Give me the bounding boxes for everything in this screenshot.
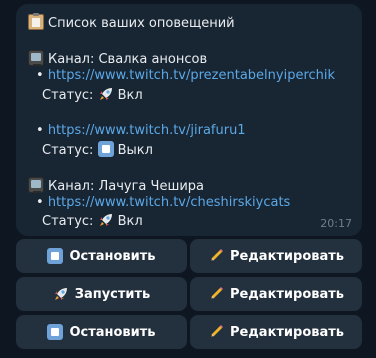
stream-link[interactable]: https://www.twitch.tv/cheshirskiycats	[48, 195, 291, 210]
channel-label: Канал: Лачуга Чешира	[48, 179, 204, 194]
bullet: •	[36, 68, 44, 83]
stream-link[interactable]: https://www.twitch.tv/prezentabelnyiperc…	[48, 68, 335, 83]
channel-row-2: Канал: Лачуга Чешира	[28, 177, 204, 195]
status-label: Статус:	[42, 143, 94, 158]
stream-link[interactable]: https://www.twitch.tv/jirafuru1	[48, 123, 246, 138]
pencil-icon	[210, 325, 223, 337]
message-title: Список ваших оповещений	[48, 16, 235, 31]
edit-button[interactable]: Редактировать	[190, 277, 362, 311]
button-label: Остановить	[69, 248, 156, 264]
rocket-icon	[99, 214, 112, 226]
stream-row: • https://www.twitch.tv/jirafuru1	[36, 122, 246, 139]
stream-status-row: Статус: Вкл	[42, 86, 143, 104]
button-label: Остановить	[69, 324, 156, 340]
button-label: Редактировать	[229, 324, 345, 340]
channel-label: Канал: Свалка анонсов	[48, 52, 208, 67]
stop-button-icon	[47, 324, 64, 340]
clipboard-icon	[28, 13, 44, 30]
button-label: Редактировать	[229, 248, 345, 264]
pencil-icon	[210, 249, 223, 261]
status-label: Статус:	[42, 214, 94, 229]
stream-status-row: Статус: Вкл	[42, 212, 143, 230]
edit-button[interactable]: Редактировать	[190, 239, 362, 273]
channel-row-1: Канал: Свалка анонсов	[28, 50, 207, 68]
bullet: •	[36, 123, 44, 138]
television-icon	[28, 177, 44, 193]
status-value: Вкл	[117, 88, 143, 103]
message-bubble: Список ваших оповещений Канал: Свалка ан…	[16, 4, 362, 236]
stream-status-row: Статус: Выкл	[42, 141, 153, 159]
stream-row: • https://www.twitch.tv/cheshirskiycats	[36, 194, 290, 211]
edit-button[interactable]: Редактировать	[190, 315, 362, 349]
rocket-icon	[99, 88, 112, 100]
stop-button-icon	[47, 248, 64, 264]
start-button[interactable]: Запустить	[16, 277, 187, 311]
bullet: •	[36, 195, 44, 210]
status-value: Выкл	[117, 143, 153, 158]
rocket-icon	[54, 288, 67, 300]
stream-row: • https://www.twitch.tv/prezentabelnyipe…	[36, 67, 335, 84]
status-value: Вкл	[117, 214, 143, 229]
button-label: Редактировать	[229, 286, 345, 302]
pencil-icon	[210, 287, 223, 299]
television-icon	[28, 50, 44, 66]
status-label: Статус:	[42, 88, 94, 103]
message-time: 20:17	[320, 217, 352, 230]
message-title-row: Список ваших оповещений	[28, 13, 235, 32]
stop-button[interactable]: Остановить	[16, 239, 187, 273]
button-label: Запустить	[74, 286, 151, 302]
stop-button-icon	[97, 141, 114, 157]
stop-button[interactable]: Остановить	[16, 315, 187, 349]
